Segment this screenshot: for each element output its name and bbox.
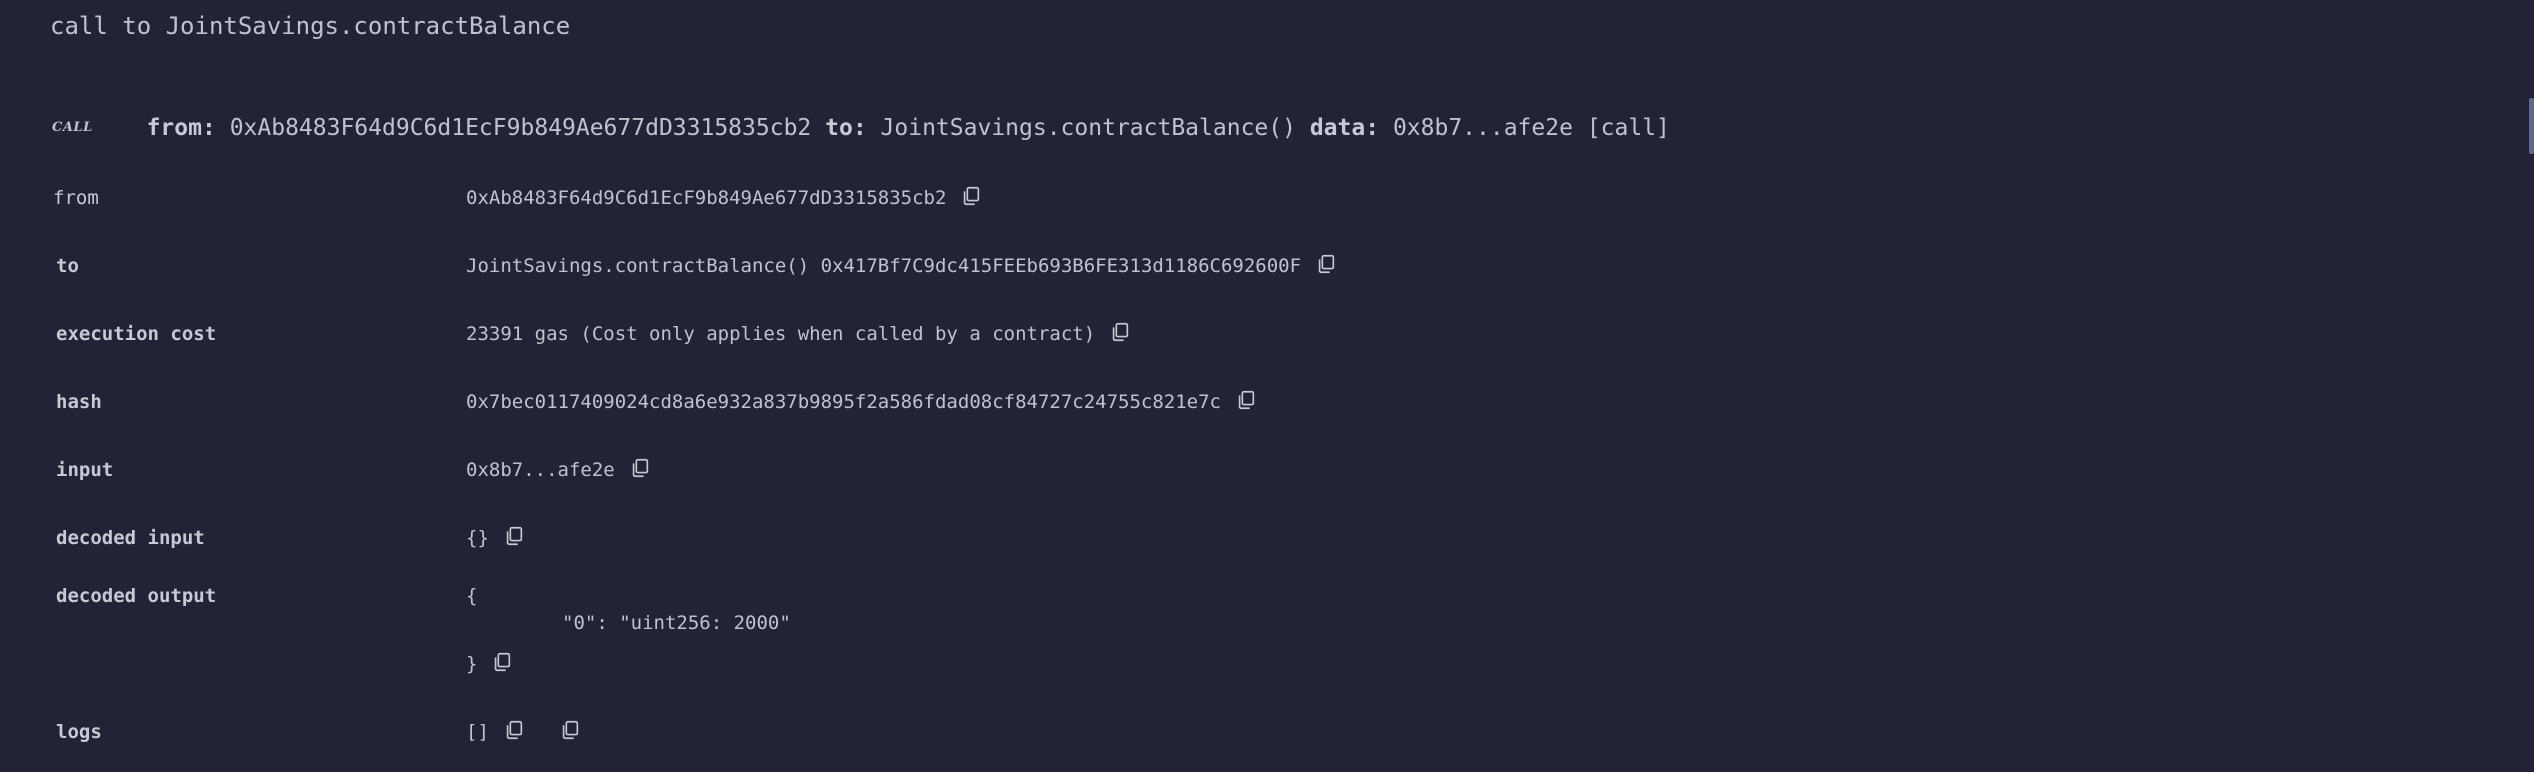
- decoded-input-label: decoded input: [56, 527, 205, 549]
- copy-icon[interactable]: [1315, 253, 1337, 275]
- decoded-input-row-value: {}: [466, 525, 525, 550]
- to-function: JointSavings.contractBalance(): [880, 115, 1296, 141]
- call-summary[interactable]: CALL from: 0xAb8483F64d9C6d1EcF9b849Ae67…: [52, 115, 1670, 141]
- execution-cost-label: execution cost: [56, 323, 217, 345]
- copy-icon[interactable]: [559, 719, 581, 741]
- from-row-label: from: [53, 187, 99, 209]
- from-row-value: 0xAb8483F64d9C6d1EcF9b849Ae677dD3315835c…: [466, 185, 982, 210]
- decoded-output-entry: "0": "uint256: 2000": [562, 612, 791, 634]
- logs-value: []: [466, 721, 489, 743]
- copy-icon[interactable]: [629, 457, 651, 479]
- copy-icon[interactable]: [960, 185, 982, 207]
- logs-row-value: []: [466, 719, 581, 744]
- to-row-label: to: [56, 255, 79, 277]
- decoded-output-line: "0": "uint256: 2000": [466, 612, 791, 634]
- call-kind: [call]: [1586, 115, 1670, 141]
- hash-row-value: 0x7bec0117409024cd8a6e932a837b9895f2a586…: [466, 389, 1257, 414]
- scrollbar-thumb[interactable]: [2529, 98, 2534, 154]
- to-row-value: JointSavings.contractBalance() 0x417Bf7C…: [466, 253, 1337, 278]
- input-label: input: [56, 459, 114, 481]
- call-tag: CALL: [52, 120, 93, 135]
- execution-cost-value: 23391 gas (Cost only applies when called…: [466, 323, 1096, 345]
- decoded-output-close-row: }: [466, 651, 513, 676]
- hash-label: hash: [56, 391, 102, 413]
- hash-value: 0x7bec0117409024cd8a6e932a837b9895f2a586…: [466, 391, 1221, 413]
- execution-cost-row-value: 23391 gas (Cost only applies when called…: [466, 321, 1131, 346]
- copy-icon[interactable]: [1235, 389, 1257, 411]
- copy-icon[interactable]: [491, 651, 513, 673]
- input-value: 0x8b7...afe2e: [466, 459, 615, 481]
- data-value: 0x8b7...afe2e: [1392, 115, 1573, 141]
- logs-label: logs: [56, 721, 102, 743]
- from-label: from:: [146, 115, 216, 141]
- decoded-output-close: }: [466, 653, 478, 675]
- to-label: to:: [825, 115, 867, 141]
- to-value: JointSavings.contractBalance() 0x417Bf7C…: [466, 255, 1302, 277]
- data-label: data:: [1309, 115, 1380, 141]
- from-address-value: 0xAb8483F64d9C6d1EcF9b849Ae677dD3315835c…: [466, 187, 947, 209]
- page-title: call to JointSavings.contractBalance: [50, 12, 571, 40]
- decoded-output-open: {: [466, 585, 478, 607]
- decoded-output-label: decoded output: [56, 585, 217, 607]
- from-address: 0xAb8483F64d9C6d1EcF9b849Ae677dD3315835c…: [229, 115, 812, 141]
- input-row-value: 0x8b7...afe2e: [466, 457, 651, 482]
- copy-icon[interactable]: [1109, 321, 1131, 343]
- copy-icon[interactable]: [503, 525, 525, 547]
- decoded-input-value: {}: [466, 527, 489, 549]
- copy-icon[interactable]: [503, 719, 525, 741]
